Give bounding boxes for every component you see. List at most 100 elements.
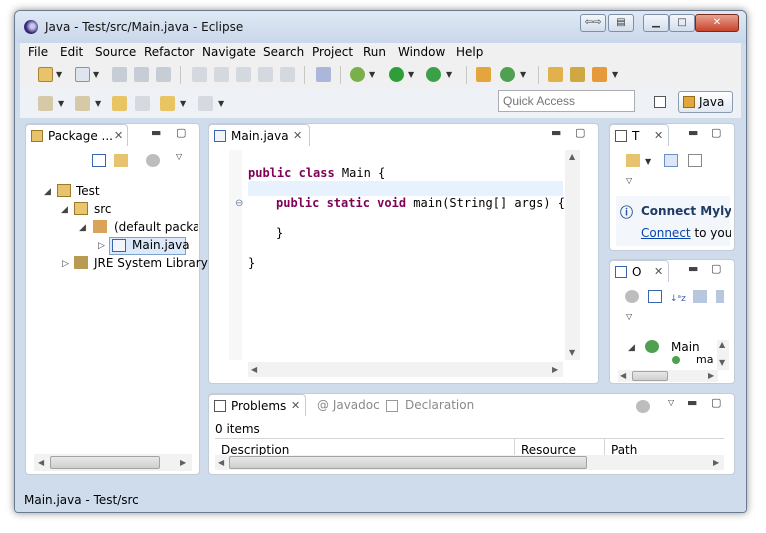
save-all-icon[interactable] bbox=[134, 67, 149, 82]
scroll-up-icon[interactable]: ▲ bbox=[569, 152, 575, 161]
minimize-view-icon[interactable]: ▬ bbox=[687, 396, 697, 409]
close-button[interactable]: ✕ bbox=[695, 14, 739, 32]
tab-problems[interactable]: Problems ✕ bbox=[208, 394, 306, 416]
maximize-button[interactable]: □ bbox=[669, 14, 695, 32]
scroll-left-icon[interactable]: ◀ bbox=[38, 458, 44, 467]
close-icon[interactable]: ✕ bbox=[293, 129, 302, 142]
minimize-view-icon[interactable]: ▬ bbox=[151, 126, 161, 139]
hide-fields-icon[interactable] bbox=[693, 290, 707, 303]
maximize-view-icon[interactable]: ▢ bbox=[711, 262, 721, 275]
open-perspective-icon[interactable] bbox=[652, 94, 670, 112]
tree-item-jre-library[interactable]: JRE System Library bbox=[94, 256, 208, 270]
tab-javadoc[interactable]: @ Javadoc bbox=[317, 398, 380, 412]
chevron-down-icon[interactable]: ▼ bbox=[93, 70, 99, 79]
chevron-down-icon[interactable]: ▼ bbox=[612, 70, 618, 79]
menu-run[interactable]: Run bbox=[363, 45, 386, 59]
outline-item-main[interactable]: Main bbox=[671, 340, 700, 354]
scheduled-icon[interactable] bbox=[688, 154, 702, 167]
chevron-down-icon[interactable]: ▼ bbox=[180, 99, 186, 108]
annotation-prev-icon[interactable] bbox=[75, 96, 90, 111]
edit-icon[interactable] bbox=[214, 67, 229, 82]
debug-icon[interactable] bbox=[350, 67, 365, 82]
view-menu-icon[interactable]: ▽ bbox=[626, 312, 632, 321]
show-whitespace-icon[interactable] bbox=[280, 67, 295, 82]
scroll-left-icon[interactable]: ◀ bbox=[251, 365, 257, 374]
new-task-icon[interactable] bbox=[626, 154, 640, 167]
maximize-view-icon[interactable]: ▢ bbox=[711, 126, 721, 139]
horizontal-scrollbar[interactable]: ◀ ▶ bbox=[34, 454, 192, 471]
skip-breakpoints-icon[interactable] bbox=[316, 67, 331, 82]
collapsed-icon[interactable]: ▷ bbox=[62, 259, 69, 269]
tree-item-project[interactable]: Test bbox=[76, 184, 100, 198]
word-wrap-icon[interactable] bbox=[258, 67, 273, 82]
column-description[interactable]: Description bbox=[221, 443, 289, 455]
categorized-icon[interactable] bbox=[664, 154, 678, 167]
scroll-right-icon[interactable]: ▶ bbox=[713, 458, 719, 467]
minimize-view-icon[interactable]: ▬ bbox=[551, 126, 561, 139]
run-external-icon[interactable] bbox=[426, 67, 441, 82]
tab-declaration[interactable]: Declaration bbox=[405, 398, 474, 412]
focus-icon[interactable] bbox=[636, 400, 650, 413]
java-perspective-button[interactable]: Java bbox=[678, 91, 733, 113]
collapse-all-icon[interactable] bbox=[92, 154, 106, 167]
chevron-down-icon[interactable]: ▼ bbox=[369, 70, 375, 79]
toggle-mark-icon[interactable] bbox=[192, 67, 207, 82]
menu-search[interactable]: Search bbox=[263, 45, 304, 59]
view-menu-icon[interactable]: ▽ bbox=[176, 152, 182, 161]
new-type-icon[interactable] bbox=[75, 67, 90, 82]
focus-icon[interactable] bbox=[146, 154, 160, 167]
chevron-down-icon[interactable]: ▼ bbox=[520, 70, 526, 79]
column-resource[interactable]: Resource bbox=[521, 443, 576, 455]
pin-icon[interactable] bbox=[135, 96, 150, 111]
connect-link[interactable]: Connect bbox=[641, 226, 691, 240]
open-type-icon[interactable] bbox=[548, 67, 563, 82]
horizontal-scrollbar[interactable]: ◀ ▶ bbox=[248, 362, 563, 377]
search-icon[interactable] bbox=[592, 67, 607, 82]
forward-icon[interactable] bbox=[198, 96, 213, 111]
tree-item-src[interactable]: src bbox=[94, 202, 112, 216]
last-edit-icon[interactable] bbox=[112, 96, 127, 111]
close-icon[interactable]: ✕ bbox=[654, 265, 663, 278]
tab-outline[interactable]: O ✕ bbox=[609, 260, 669, 282]
scroll-left-icon[interactable]: ◀ bbox=[218, 458, 224, 467]
expanded-icon[interactable]: ◢ bbox=[79, 223, 86, 233]
expanded-icon[interactable]: ◢ bbox=[628, 343, 635, 353]
chevron-down-icon[interactable]: ▼ bbox=[58, 99, 64, 108]
chevron-down-icon[interactable]: ▼ bbox=[56, 70, 62, 79]
tab-task-list[interactable]: T ✕ bbox=[609, 124, 669, 146]
close-icon[interactable]: ✕ bbox=[114, 129, 123, 142]
restore-layout-button[interactable]: ⇦⇨ bbox=[580, 14, 606, 32]
link-with-editor-icon[interactable] bbox=[114, 154, 128, 167]
chevron-down-icon[interactable]: ▼ bbox=[218, 99, 224, 108]
scrollbar-thumb[interactable] bbox=[50, 456, 160, 469]
maximize-view-icon[interactable]: ▢ bbox=[575, 126, 585, 139]
code-line[interactable]: public static void main(String[] args) { bbox=[276, 196, 565, 210]
menu-source[interactable]: Source bbox=[95, 45, 136, 59]
save-icon[interactable] bbox=[112, 67, 127, 82]
tree-item-default-package[interactable]: (default packa bbox=[114, 220, 198, 234]
vertical-scrollbar[interactable]: ▲ ▼ bbox=[565, 150, 580, 360]
minimize-view-icon[interactable]: ▬ bbox=[688, 126, 698, 139]
fold-icon[interactable]: ⊖ bbox=[235, 198, 243, 209]
tree-item-main-java[interactable]: Main.java bbox=[132, 238, 190, 252]
new-java-project-icon[interactable] bbox=[476, 67, 491, 82]
column-path[interactable]: Path bbox=[611, 443, 637, 455]
menu-help[interactable]: Help bbox=[456, 45, 483, 59]
chevron-down-icon[interactable]: ▼ bbox=[95, 99, 101, 108]
quick-access-input[interactable] bbox=[498, 90, 635, 112]
vertical-scrollbar[interactable]: ▲ ▼ bbox=[717, 340, 729, 370]
scroll-right-icon[interactable]: ▶ bbox=[708, 371, 714, 380]
focus-icon[interactable] bbox=[625, 290, 639, 303]
expanded-icon[interactable]: ◢ bbox=[44, 187, 51, 197]
tab-main-java[interactable]: Main.java ✕ bbox=[208, 124, 310, 146]
annotation-next-icon[interactable] bbox=[38, 96, 53, 111]
scroll-left-icon[interactable]: ◀ bbox=[620, 371, 626, 380]
new-class-icon[interactable] bbox=[500, 67, 515, 82]
expanded-icon[interactable]: ◢ bbox=[61, 205, 68, 215]
code-line[interactable]: } bbox=[276, 226, 283, 240]
open-task-icon[interactable] bbox=[570, 67, 585, 82]
menu-project[interactable]: Project bbox=[312, 45, 353, 59]
code-line[interactable]: public class Main { bbox=[248, 166, 385, 180]
hide-static-icon[interactable] bbox=[716, 290, 724, 303]
run-icon[interactable] bbox=[389, 67, 404, 82]
